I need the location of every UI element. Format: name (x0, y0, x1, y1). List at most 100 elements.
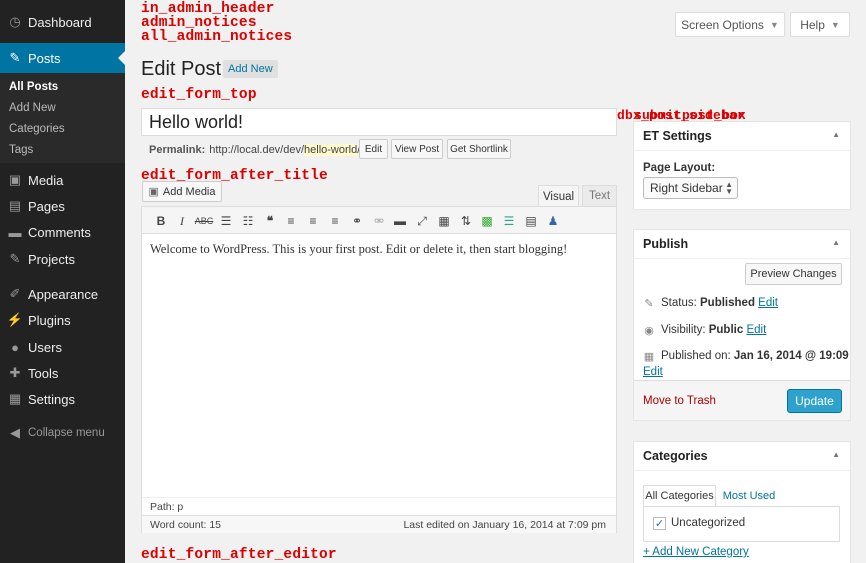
menu-item-comments[interactable]: ▬ Comments (0, 217, 125, 247)
menu-label: Users (28, 339, 62, 355)
screen-options-label: Screen Options (681, 17, 764, 32)
last-edited: Last edited on January 16, 2014 at 7:09 … (403, 519, 606, 531)
editor-content[interactable]: Welcome to WordPress. This is your first… (150, 242, 567, 257)
categories-title[interactable]: Categories ▲ (634, 442, 850, 471)
submenu-all-posts[interactable]: All Posts (9, 81, 58, 93)
caret-up-icon[interactable]: ▲ (832, 450, 840, 459)
screen-options-button[interactable]: Screen Options ▼ (675, 12, 785, 37)
wrench-icon: ✚ (9, 365, 21, 380)
edit-visibility-link[interactable]: Edit (746, 324, 766, 336)
move-to-trash-link[interactable]: Move to Trash (643, 395, 716, 407)
hook-edit-form-top: edit_form_top (141, 87, 257, 103)
submenu-add-new[interactable]: Add New (9, 102, 56, 114)
view-post-button[interactable]: View Post (391, 139, 443, 159)
permalink-base: http://local.dev/dev/ (209, 144, 305, 156)
box-title: ET Settings (643, 129, 712, 143)
preview-changes-button[interactable]: Preview Changes (745, 263, 842, 285)
visibility-label: Visibility: (661, 324, 706, 336)
users-icon: ● (11, 339, 19, 355)
et-settings-title[interactable]: ET Settings ▲ (634, 122, 850, 151)
strikethrough-icon[interactable]: ABC (195, 213, 214, 229)
permalink-slug[interactable]: hello-world (304, 144, 358, 156)
bold-icon[interactable]: B (153, 213, 169, 229)
category-label: Uncategorized (671, 517, 746, 529)
published-value: Jan 16, 2014 @ 19:09 (733, 350, 849, 362)
pages-icon: ▤ (8, 198, 22, 213)
numbered-list-icon[interactable]: ☷ (240, 213, 256, 229)
edit-status-link[interactable]: Edit (758, 297, 778, 309)
tab-all-categories[interactable]: All Categories (643, 485, 716, 506)
tab-visual[interactable]: Visual (538, 185, 579, 207)
user-icon[interactable]: ♟ (545, 213, 561, 229)
help-button[interactable]: Help ▼ (790, 12, 850, 37)
visibility-value: Public (708, 324, 744, 336)
hook-edit-form-after-editor: edit_form_after_editor (141, 547, 337, 563)
menu-label: Media (28, 172, 64, 188)
posts-submenu: All Posts Add New Categories Tags (0, 73, 125, 163)
menu-item-dashboard[interactable]: ◷ Dashboard (0, 7, 125, 37)
tab-most-used[interactable]: Most Used (720, 485, 778, 506)
toolbar-toggle-icon[interactable]: ▦ (436, 213, 452, 229)
add-media-button[interactable]: ▣ Add Media (142, 181, 222, 202)
settings-icon: ▦ (8, 391, 22, 406)
blockquote-icon[interactable]: ❝ (262, 213, 278, 229)
page-layout-label: Page Layout: (643, 162, 716, 174)
editor-path: Path: p (142, 497, 616, 515)
submenu-tags[interactable]: Tags (9, 144, 33, 156)
align-left-icon[interactable]: ≡ (283, 213, 299, 229)
collapse-label: Collapse menu (28, 427, 105, 439)
media-icon: ▣ (148, 186, 159, 198)
published-label: Published on: (661, 350, 731, 362)
read-more-icon[interactable]: ▬ (392, 213, 408, 229)
link-icon[interactable]: ⚭ (349, 213, 365, 229)
collapse-menu-button[interactable]: ◀ Collapse menu (0, 418, 125, 448)
insert-icon[interactable]: ⇅ (458, 213, 474, 229)
publish-title[interactable]: Publish ▲ (634, 230, 850, 259)
add-new-category-link[interactable]: + Add New Category (643, 546, 749, 558)
shortcode-icon[interactable]: ▩ (479, 213, 495, 229)
fullscreen-icon[interactable]: ⤢ (414, 213, 430, 229)
status-label: Status: (661, 297, 697, 309)
align-center-icon[interactable]: ≡ (305, 213, 321, 229)
help-label: Help (800, 17, 825, 32)
post-title-input[interactable] (141, 108, 617, 136)
menu-label: Settings (28, 391, 75, 407)
unlink-icon[interactable]: ⚮ (371, 213, 387, 229)
categories-box: Categories ▲ All Categories Most Used ✓ … (633, 441, 851, 563)
post-editor: B I ABC ☰ ☷ ❝ ≡ ≡ ≡ ⚭ ⚮ ▬ ⤢ ▦ ⇅ ▩ ☰ ▤ ♟ … (141, 206, 617, 533)
bullet-list-icon[interactable]: ☰ (218, 213, 234, 229)
media-icon: ▣ (8, 172, 22, 187)
menu-item-posts[interactable]: ✎ Posts (0, 43, 125, 73)
edit-date-link[interactable]: Edit (643, 366, 663, 378)
pin-icon: ✎ (9, 50, 21, 65)
pin-icon: ✎ (644, 297, 654, 310)
update-button[interactable]: Update (787, 389, 842, 413)
edit-permalink-button[interactable]: Edit (359, 139, 388, 159)
menu-item-settings[interactable]: ▦ Settings (0, 384, 125, 414)
caret-up-icon[interactable]: ▲ (832, 238, 840, 247)
layers-icon[interactable]: ☰ (501, 213, 517, 229)
align-right-icon[interactable]: ≡ (327, 213, 343, 229)
status-value: Published (700, 297, 755, 309)
caret-down-icon: ▼ (769, 19, 779, 30)
box-title: Categories (643, 449, 708, 463)
get-shortlink-button[interactable]: Get Shortlink (447, 139, 511, 159)
tab-text[interactable]: Text (582, 185, 617, 207)
menu-label: Tools (28, 365, 59, 381)
table-icon[interactable]: ▤ (523, 213, 539, 229)
pin-icon: ✎ (9, 251, 21, 266)
menu-item-projects[interactable]: ✎ Projects (0, 244, 125, 274)
caret-up-icon[interactable]: ▲ (832, 130, 840, 139)
editor-status-bar: Word count: 15 Last edited on January 16… (142, 515, 616, 533)
submenu-categories[interactable]: Categories (9, 123, 65, 135)
italic-icon[interactable]: I (174, 213, 190, 229)
box-title: Publish (643, 237, 689, 251)
category-checkbox[interactable]: ✓ (653, 517, 666, 530)
page-layout-select[interactable]: Right Sidebar ▲ ▼ (643, 177, 738, 199)
calendar-icon: ▦ (643, 350, 655, 363)
menu-item-plugins[interactable]: ⚡ Plugins (0, 305, 125, 335)
word-count: Word count: 15 (150, 519, 222, 531)
add-new-button[interactable]: Add New (223, 60, 278, 78)
eye-icon: ◉ (644, 324, 654, 337)
status-row: Status: Published Edit (661, 297, 778, 309)
